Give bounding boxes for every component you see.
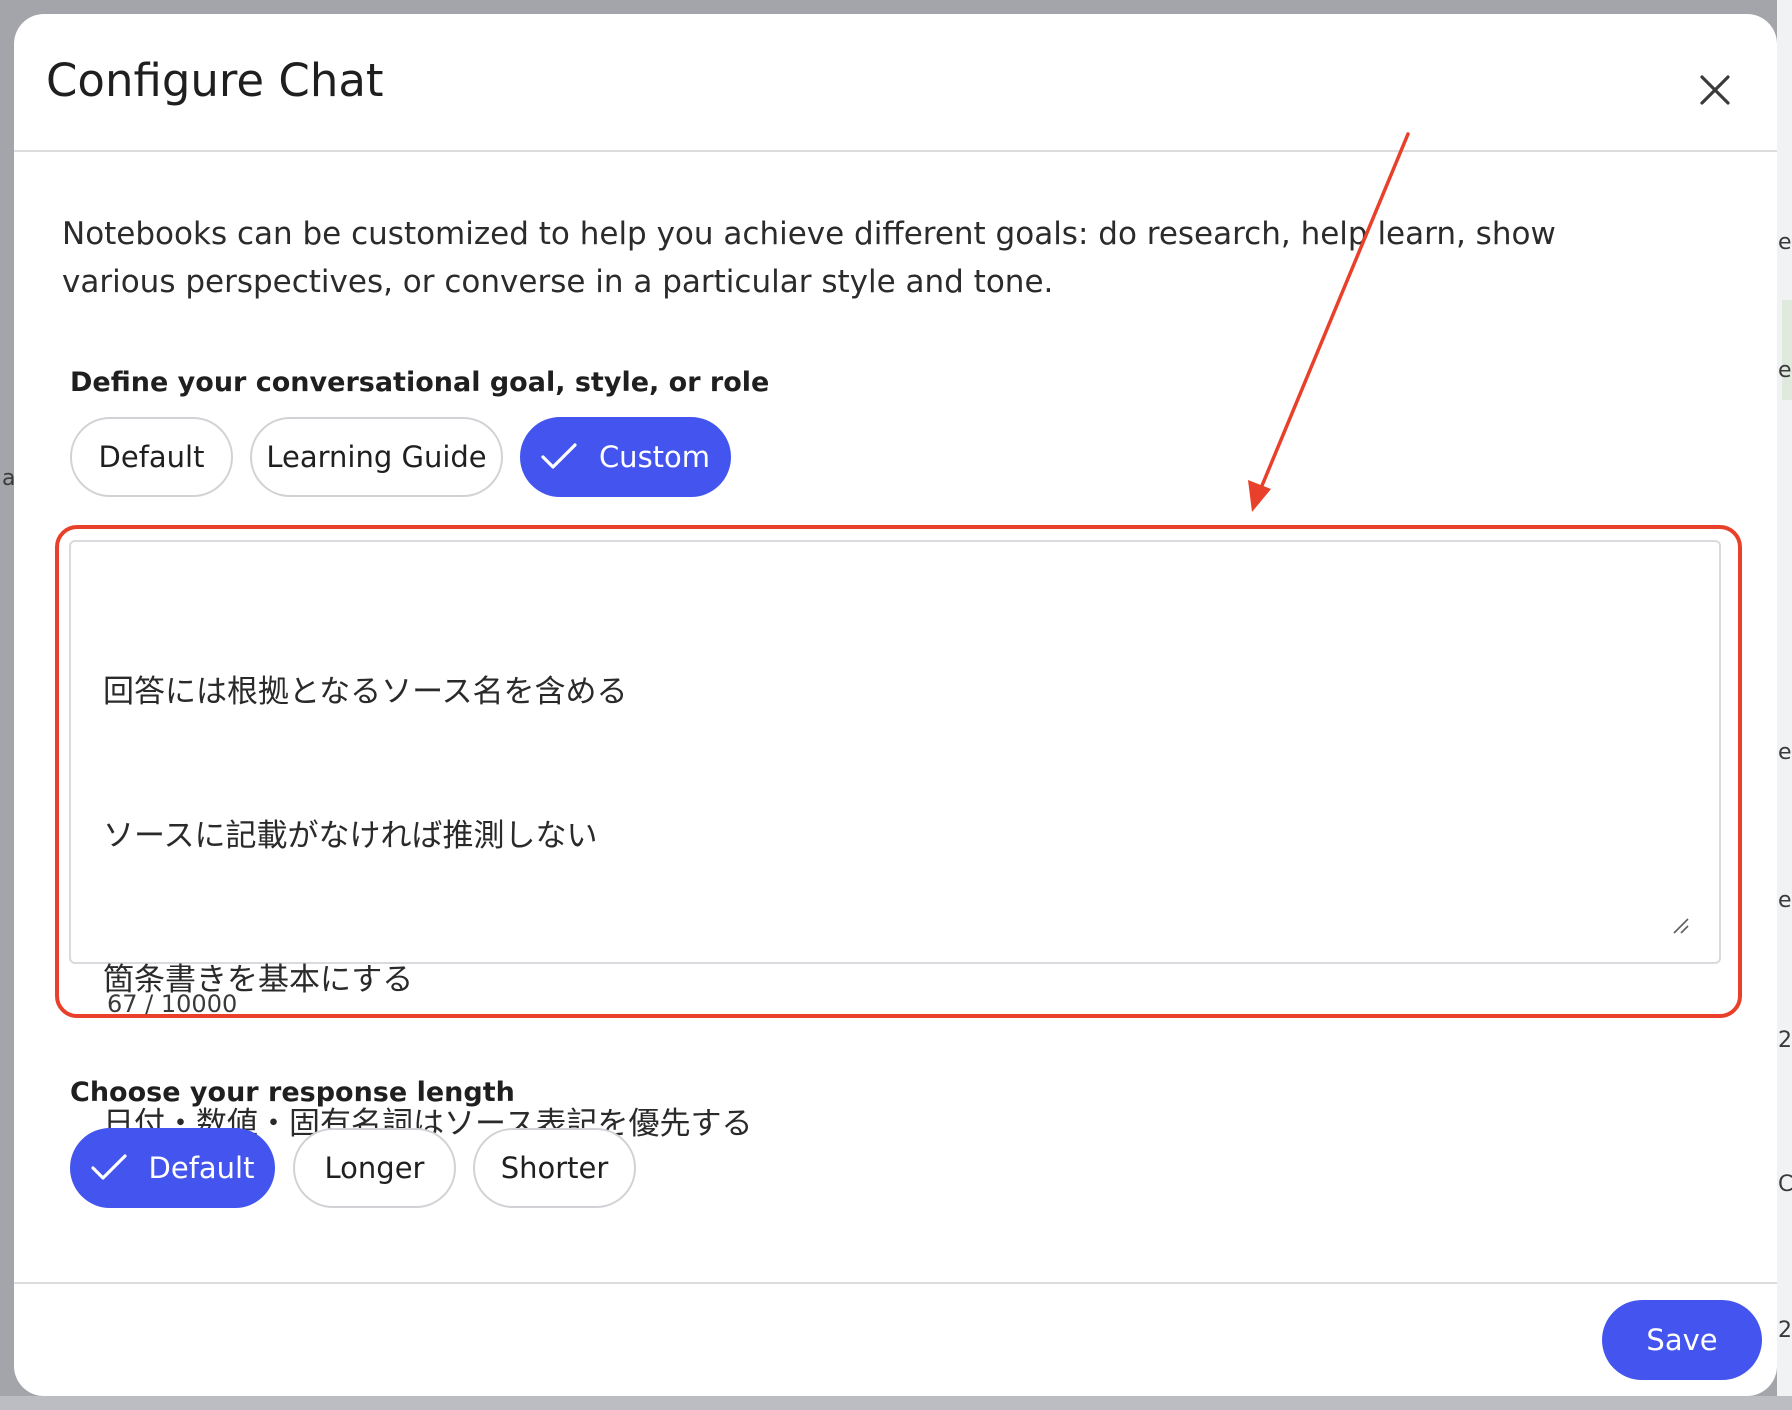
- resize-handle-icon[interactable]: [1671, 916, 1689, 934]
- background-text-fragment: C: [1778, 1172, 1792, 1197]
- dialog-header: Configure Chat: [14, 14, 1777, 152]
- custom-prompt-textarea[interactable]: 回答には根拠となるソース名を含める ソースに記載がなければ推測しない 箇条書きを…: [69, 540, 1721, 1142]
- background-text-fragment: 2: [1778, 1028, 1792, 1053]
- background-text-fragment: e: [1778, 740, 1792, 765]
- dialog-title: Configure Chat: [46, 54, 384, 107]
- goal-option-learning-guide[interactable]: Learning Guide: [250, 417, 503, 497]
- configure-chat-dialog: Configure Chat Notebooks can be customiz…: [14, 14, 1777, 1396]
- length-option-longer[interactable]: Longer: [293, 1128, 456, 1208]
- goal-section-label: Define your conversational goal, style, …: [70, 367, 770, 398]
- background-text-fragment: 2: [1778, 1318, 1792, 1343]
- check-icon: [90, 1154, 127, 1182]
- chip-label: Default: [148, 1151, 255, 1185]
- goal-option-default[interactable]: Default: [70, 417, 233, 497]
- length-section-label: Choose your response length: [70, 1077, 515, 1108]
- save-button[interactable]: Save: [1602, 1300, 1762, 1380]
- prompt-line: ソースに記載がなければ推測しない: [103, 818, 598, 854]
- close-icon: [1700, 75, 1730, 105]
- background-text-fragment: e: [1778, 230, 1792, 255]
- dialog-description: Notebooks can be customized to help you …: [62, 216, 1556, 300]
- chip-label: Learning Guide: [266, 440, 487, 474]
- chip-label: Shorter: [500, 1151, 609, 1185]
- goal-option-custom[interactable]: Custom: [520, 417, 731, 497]
- background-text-fragment: e: [1778, 358, 1792, 383]
- dialog-footer: [14, 1282, 1777, 1284]
- check-icon: [541, 443, 577, 471]
- chip-label: Default: [98, 440, 205, 474]
- character-counter: 67 / 10000: [107, 990, 238, 1018]
- length-option-shorter[interactable]: Shorter: [473, 1128, 636, 1208]
- background-accent-strip: [1782, 300, 1792, 400]
- prompt-line: 回答には根拠となるソース名を含める: [103, 674, 628, 710]
- background-page-right: [1777, 0, 1792, 1410]
- chip-label: Custom: [598, 440, 711, 474]
- length-option-default[interactable]: Default: [70, 1128, 275, 1208]
- prompt-line: 箇条書きを基本にする: [103, 962, 414, 998]
- close-button[interactable]: [1679, 54, 1751, 126]
- background-page-bottom: [0, 1396, 1792, 1410]
- chip-label: Longer: [324, 1151, 425, 1185]
- background-text-fragment: e: [1778, 888, 1792, 913]
